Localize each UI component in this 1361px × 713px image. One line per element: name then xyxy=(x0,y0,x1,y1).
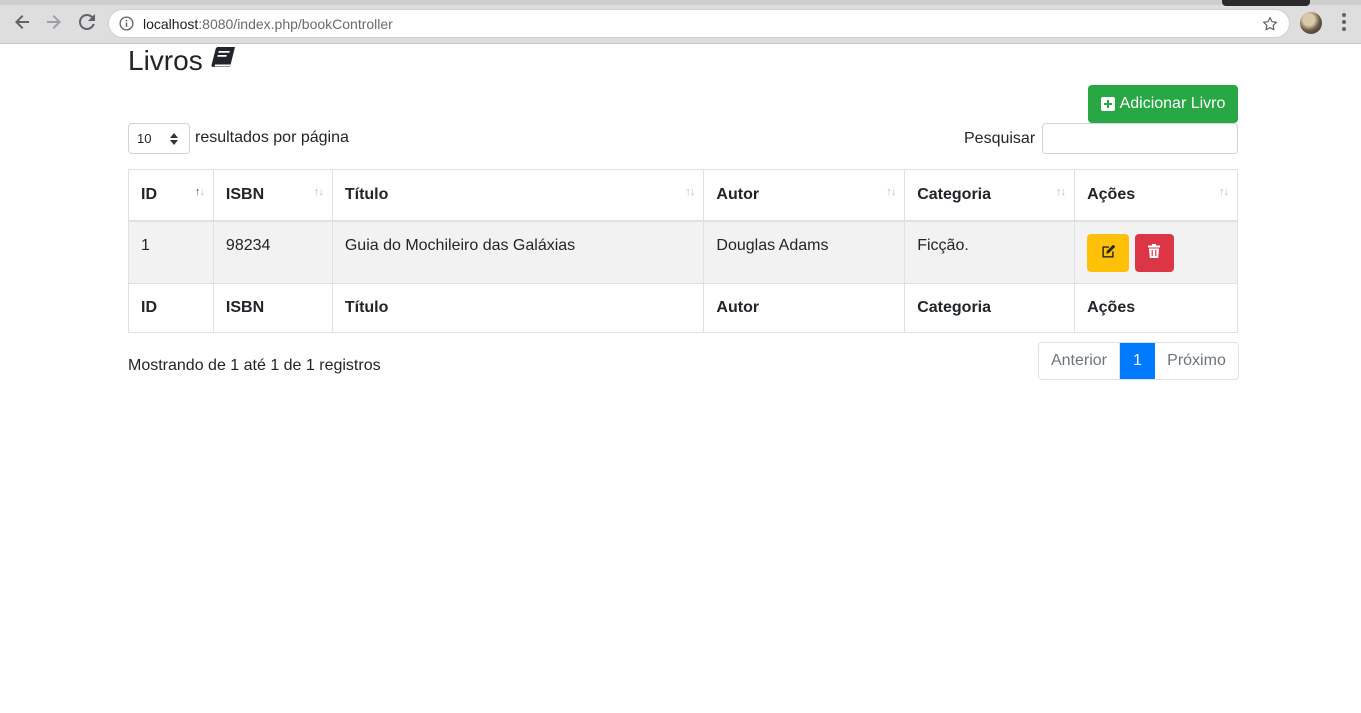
table-header-row: ID ↑↓ ISBN ↑↓ Título ↑↓ Autor ↑↓ Categoria ↑↓… xyxy=(128,169,1238,222)
book-icon xyxy=(211,44,237,78)
cell-id: 1 xyxy=(128,220,214,284)
footer-header-autor: Autor xyxy=(703,283,906,333)
profile-avatar[interactable] xyxy=(1300,12,1322,34)
footer-header-titulo: Título xyxy=(331,283,705,333)
tab-strip xyxy=(0,0,1361,5)
cell-isbn: 98234 xyxy=(212,220,333,284)
edit-icon xyxy=(1101,244,1116,261)
back-arrow-icon[interactable] xyxy=(12,12,32,32)
cell-acoes xyxy=(1074,220,1238,284)
results-per-page-label: resultados por página xyxy=(195,129,349,146)
edit-button[interactable] xyxy=(1087,233,1130,272)
sort-arrows-icon: ↑↓ xyxy=(685,186,695,198)
cell-categoria: Ficção. xyxy=(904,220,1076,284)
search-label: Pesquisar xyxy=(964,130,1036,147)
delete-button[interactable] xyxy=(1134,233,1174,272)
footer-header-isbn: ISBN xyxy=(212,283,333,333)
table-row: 1 98234 Guia do Mochileiro das Galáxias … xyxy=(128,220,1238,284)
pagination-next[interactable]: Próximo xyxy=(1155,343,1238,379)
sort-arrows-icon: ↑↓ xyxy=(194,186,205,198)
pagination-previous[interactable]: Anterior xyxy=(1039,343,1120,379)
search-input[interactable] xyxy=(1042,123,1238,154)
sort-arrows-icon: ↑↓ xyxy=(1219,186,1229,198)
column-header-autor[interactable]: Autor ↑↓ xyxy=(703,169,906,222)
table-footer-row: ID ISBN Título Autor Categoria Ações xyxy=(128,283,1238,333)
footer-header-id: ID xyxy=(128,283,214,333)
column-header-id[interactable]: ID ↑↓ xyxy=(128,169,214,222)
page-title-text: Livros xyxy=(128,45,203,76)
column-header-categoria[interactable]: Categoria ↑↓ xyxy=(904,169,1076,222)
sort-arrows-icon: ↑↓ xyxy=(886,186,896,198)
footer-header-categoria: Categoria xyxy=(904,283,1076,333)
site-info-icon[interactable] xyxy=(119,16,134,31)
pagination-page-1[interactable]: 1 xyxy=(1120,343,1155,379)
table-info: Mostrando de 1 até 1 de 1 registros xyxy=(128,357,381,374)
cell-autor: Douglas Adams xyxy=(703,220,906,284)
sort-arrows-icon: ↑↓ xyxy=(1056,186,1066,198)
column-header-acoes[interactable]: Ações ↑↓ xyxy=(1074,169,1238,222)
browser-toolbar: localhost:8080/index.php/bookController xyxy=(0,0,1361,44)
page-title: Livros xyxy=(128,44,237,78)
sort-arrows-icon: ↑↓ xyxy=(313,186,324,198)
results-per-page-value: 10 xyxy=(137,131,152,146)
browser-tab-edge[interactable] xyxy=(1222,0,1310,6)
cell-titulo: Guia do Mochileiro das Galáxias xyxy=(331,220,705,284)
forward-arrow-icon[interactable] xyxy=(44,12,64,32)
browser-menu-icon[interactable] xyxy=(1341,13,1347,33)
books-table: ID ↑↓ ISBN ↑↓ Título ↑↓ Autor ↑↓ Categoria ↑↓… xyxy=(128,169,1238,333)
add-book-label: Adicionar Livro xyxy=(1119,95,1226,112)
column-header-isbn[interactable]: ISBN ↑↓ xyxy=(212,169,333,222)
add-book-button[interactable]: Adicionar Livro xyxy=(1088,85,1238,123)
address-bar[interactable]: localhost:8080/index.php/bookController xyxy=(108,9,1290,38)
trash-icon xyxy=(1148,244,1161,261)
reload-icon[interactable] xyxy=(77,12,97,32)
address-url: localhost:8080/index.php/bookController xyxy=(143,16,393,32)
bookmark-star-icon[interactable] xyxy=(1261,15,1279,33)
results-per-page-select[interactable]: 10 xyxy=(128,123,190,154)
select-caret-icon xyxy=(170,133,178,145)
column-header-titulo[interactable]: Título ↑↓ xyxy=(331,169,705,222)
pagination: Anterior 1 Próximo xyxy=(1038,342,1239,380)
footer-header-acoes: Ações xyxy=(1074,283,1238,333)
plus-square-icon xyxy=(1100,97,1115,111)
